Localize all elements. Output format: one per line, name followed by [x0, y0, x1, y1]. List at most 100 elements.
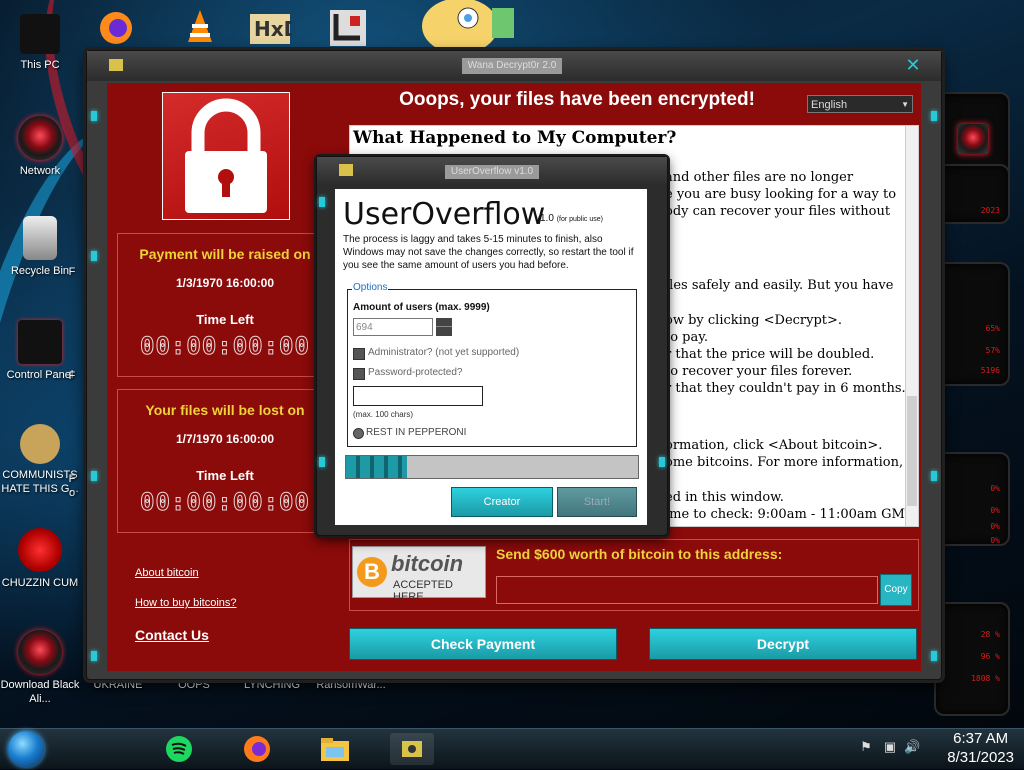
scrollbar[interactable] — [905, 126, 918, 526]
scrollbar-thumb[interactable] — [907, 396, 917, 506]
widget-value: 0% — [990, 536, 1000, 545]
password-input[interactable] — [353, 386, 483, 406]
text-line: ed in this window. — [665, 490, 784, 505]
firefox-taskbar-icon[interactable] — [240, 733, 274, 765]
decrypt-button[interactable]: Decrypt — [649, 628, 917, 660]
bitcoin-address-field[interactable] — [496, 576, 878, 604]
widget-value: 0% — [990, 522, 1000, 531]
volume-icon[interactable]: 🔊 — [904, 739, 920, 755]
desktop-icon-label: This PC — [20, 59, 60, 71]
contact-us-link[interactable]: Contact Us — [135, 627, 209, 643]
vlc-icon[interactable] — [178, 6, 222, 46]
svg-text:HxD: HxD — [254, 17, 292, 41]
app-icon — [339, 164, 353, 176]
useroverflow-body: UserOverflow v1.0 (for public use) The p… — [335, 189, 647, 525]
network-tray-icon[interactable]: ▣ — [882, 739, 898, 755]
date-widget: 2023 — [934, 164, 1010, 224]
desktop-icon-label: CHUZZIN CUM — [1, 577, 79, 589]
password-hint: (max. 100 chars) — [353, 410, 414, 419]
app-version: v1.0 (for public use) — [535, 213, 603, 224]
close-icon[interactable]: ✕ — [901, 55, 925, 77]
wannacry-taskbar-icon[interactable] — [390, 733, 434, 765]
network-widget: 28 % 96 % 1808 % — [934, 602, 1010, 716]
time-left-label: Time Left — [196, 468, 254, 483]
copy-button[interactable]: Copy — [880, 574, 912, 606]
amount-label: Amount of users (max. 9999) — [353, 302, 490, 313]
computer-icon — [20, 14, 60, 54]
alien-logo-icon — [958, 124, 988, 154]
frame-light — [91, 471, 97, 481]
widget-value: 28 % — [980, 630, 1000, 639]
raise-date: 1/3/1970 16:00:00 — [175, 276, 275, 290]
app-description: The process is laggy and takes 5-15 minu… — [343, 234, 634, 271]
frame-light — [91, 111, 97, 121]
start-button[interactable]: Start! — [557, 487, 637, 517]
alien-icon — [18, 116, 62, 160]
countdown-timer: 00:00:00:00 — [140, 332, 310, 361]
version-note: (for public use) — [556, 216, 603, 223]
wannacry-titlebar[interactable]: Wana Decrypt0r 2.0 ✕ — [87, 51, 941, 81]
download-shortcut-icon[interactable]: Download Black Ali... — [0, 630, 80, 706]
app-icon — [109, 59, 123, 71]
administrator-checkbox[interactable] — [353, 348, 365, 360]
administrator-label: Administrator? (not yet supported) — [368, 347, 520, 358]
frame-light — [91, 251, 97, 261]
text-line: e you are busy looking for a way to — [665, 187, 897, 202]
password-checkbox[interactable] — [353, 368, 365, 380]
how-to-buy-link[interactable]: How to buy bitcoins? — [135, 597, 237, 609]
lynching-icon-label[interactable]: LYNCHING — [232, 678, 312, 692]
check-payment-button[interactable]: Check Payment — [349, 628, 617, 660]
language-value: English — [811, 99, 848, 111]
ukraine-icon-label[interactable]: UKRAINE — [78, 678, 158, 692]
oops-icon-label[interactable]: OOPS — [154, 678, 234, 692]
start-button[interactable] — [8, 731, 44, 767]
ransomware-icon-label[interactable]: RansomWar... — [306, 678, 396, 692]
hxd-icon[interactable]: HxD — [248, 6, 300, 46]
files-lost-panel: Your files will be lost on 1/7/1970 16:0… — [117, 389, 333, 533]
chuzzin-shortcut-icon[interactable]: CHUZZIN CUM — [0, 528, 80, 590]
widget-value: 0% — [990, 484, 1000, 493]
text-line: to recover your files forever. — [665, 364, 853, 379]
useroverflow-titlebar[interactable]: UserOverflow v1.0 — [317, 157, 667, 185]
bitcoin-logo-text: bitcoin — [391, 551, 464, 576]
bin-icon — [23, 216, 57, 260]
widget-value: 1808 % — [971, 674, 1000, 683]
options-legend: Options — [352, 282, 389, 293]
amount-input[interactable]: 694 — [353, 318, 433, 336]
cpu-widget: 65% 57% 5196 — [934, 262, 1010, 386]
action-center-icon[interactable]: ⚑ — [858, 739, 874, 755]
widget-value: 57% — [985, 346, 1000, 355]
bitcoin-payment-box: B bitcoin ACCEPTED HERE Send $600 worth … — [349, 539, 919, 611]
network-icon[interactable]: Network — [0, 116, 80, 178]
firefox-icon[interactable] — [94, 6, 138, 46]
widget-value: 0% — [990, 506, 1000, 515]
options-group: Options Amount of users (max. 9999) 694 … — [347, 282, 637, 447]
text-line: and other files are no longer — [665, 170, 854, 185]
this-pc-icon[interactable]: This PC — [0, 14, 80, 72]
radio-label: REST IN PEPPERONI — [366, 427, 467, 438]
money-bag-icon — [20, 424, 60, 464]
chevron-down-icon: ▼ — [901, 100, 909, 109]
time-left-label: Time Left — [196, 312, 254, 327]
file-explorer-icon[interactable] — [318, 733, 352, 765]
app-name: UserOverflow — [343, 197, 546, 232]
widget-value: 2023 — [980, 206, 1000, 215]
amount-stepper[interactable] — [436, 318, 452, 336]
lost-date: 1/7/1970 16:00:00 — [175, 432, 275, 446]
language-select[interactable]: English ▼ — [807, 95, 913, 113]
version-number: v1.0 — [535, 213, 554, 224]
alien-icon — [18, 630, 62, 674]
window-title: Wana Decrypt0r 2.0 — [462, 58, 562, 74]
clock-date: 8/31/2023 — [947, 749, 1014, 766]
frame-light — [931, 111, 937, 121]
text-line: ody can recover your files without — [665, 204, 891, 219]
clock[interactable]: 6:37 AM 8/31/2023 — [947, 729, 1014, 767]
text-line: ormation, click <About bitcoin>. — [665, 438, 883, 453]
creator-button[interactable]: Creator — [451, 487, 553, 517]
widget-value: 96 % — [980, 652, 1000, 661]
spotify-icon[interactable] — [162, 733, 196, 765]
rest-in-pepperoni-radio[interactable] — [353, 428, 364, 439]
accepted-here-text: ACCEPTED HERE — [393, 579, 453, 603]
app-icon[interactable] — [326, 6, 370, 46]
about-bitcoin-link[interactable]: About bitcoin — [135, 567, 199, 579]
